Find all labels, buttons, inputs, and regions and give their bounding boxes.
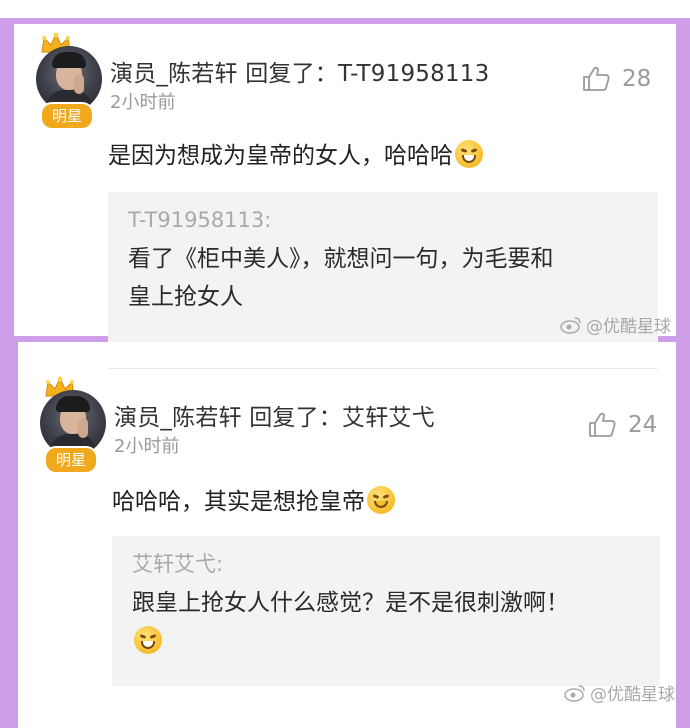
like-button[interactable]: 24 <box>588 412 657 438</box>
watermark-text: @优酷星球 <box>586 317 671 337</box>
comment-text: 哈哈哈，其实是想抢皇帝 <box>112 482 395 516</box>
watermark-2: @优酷星球 <box>564 680 675 705</box>
avatar-1[interactable]: 明星 <box>32 32 108 132</box>
star-badge: 明星 <box>44 446 98 474</box>
like-count: 24 <box>628 412 658 438</box>
quote-author[interactable]: 艾轩艾弋: <box>132 548 640 580</box>
divider <box>108 368 658 369</box>
weibo-logo-icon <box>560 316 581 334</box>
grinning-emoji-icon <box>134 626 162 654</box>
watermark-text: @优酷星球 <box>590 685 675 705</box>
timestamp: 2小时前 <box>110 92 176 113</box>
grinning-emoji-icon <box>455 140 483 168</box>
quote-author[interactable]: T-T91958113: <box>128 204 638 236</box>
quote-text-line-1: 看了《柜中美人》，就想问一句，为毛要和 <box>128 246 554 272</box>
quote-text-line-1: 跟皇上抢女人什么感觉？是不是很刺激啊！ <box>132 590 569 616</box>
watermark-1: @优酷星球 <box>560 312 671 337</box>
quote-text-line-2: 皇上抢女人 <box>128 284 243 310</box>
comment-card-1: 明星 演员_陈若轩 回复了：T-T91958113 2小时前 28 是因为想成为… <box>14 24 676 352</box>
avatar-2[interactable]: 明星 <box>36 376 112 476</box>
comment-text: 是因为想成为皇帝的女人，哈哈哈 <box>108 136 483 170</box>
comment-text-content: 是因为想成为皇帝的女人，哈哈哈 <box>108 143 453 169</box>
thumbs-up-icon <box>589 412 616 437</box>
star-badge: 明星 <box>40 102 94 130</box>
smile-emoji-icon <box>367 486 395 514</box>
weibo-logo-icon <box>564 684 585 702</box>
like-button[interactable]: 28 <box>582 66 651 92</box>
thumbs-up-icon <box>583 66 610 91</box>
quoted-comment[interactable]: 艾轩艾弋: 跟皇上抢女人什么感觉？是不是很刺激啊！ <box>112 536 660 686</box>
like-count: 28 <box>622 66 652 92</box>
username[interactable]: 演员_陈若轩 回复了：艾轩艾弋 <box>114 398 435 432</box>
timestamp: 2小时前 <box>114 436 180 457</box>
username[interactable]: 演员_陈若轩 回复了：T-T91958113 <box>110 54 489 88</box>
frame-left-1 <box>0 18 14 338</box>
frame-right-2 <box>676 336 690 728</box>
frame-left-2 <box>0 336 18 728</box>
frame-right-1 <box>676 18 690 340</box>
comment-text-content: 哈哈哈，其实是想抢皇帝 <box>112 489 365 515</box>
comment-card-2: 明星 演员_陈若轩 回复了：艾轩艾弋 2小时前 24 哈哈哈，其实是想抢皇帝 艾… <box>18 342 676 728</box>
